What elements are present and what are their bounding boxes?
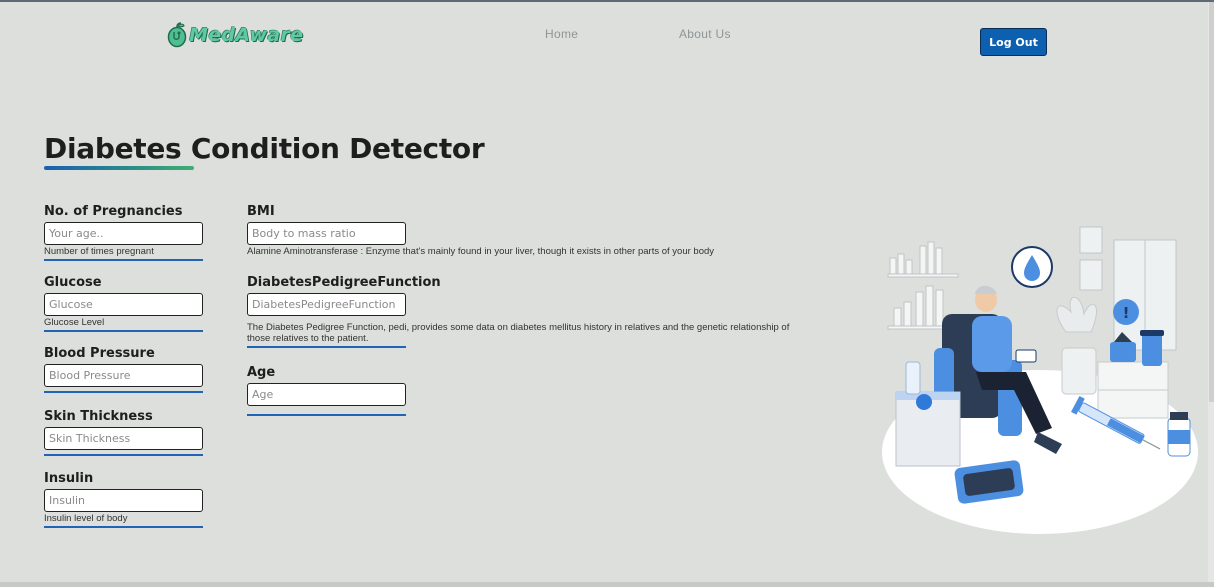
logout-button[interactable]: Log Out bbox=[980, 28, 1047, 56]
field-age: Age bbox=[247, 365, 406, 416]
age-label: Age bbox=[247, 365, 276, 380]
field-divider bbox=[44, 391, 203, 393]
field-insulin: Insulin Insulin level of body bbox=[44, 471, 203, 528]
svg-text:!: ! bbox=[1123, 304, 1130, 322]
logo-text: MedAware bbox=[189, 24, 304, 46]
insulin-label: Insulin bbox=[44, 471, 94, 486]
pedigree-label: DiabetesPedigreeFunction bbox=[247, 275, 441, 290]
title-underline bbox=[44, 166, 194, 170]
apple-stethoscope-icon bbox=[167, 22, 187, 48]
pregnancies-label: No. of Pregnancies bbox=[44, 204, 183, 219]
patient-illustration: ! bbox=[882, 226, 1198, 534]
field-divider bbox=[247, 346, 406, 348]
field-divider bbox=[44, 330, 203, 332]
insulin-help: Insulin level of body bbox=[44, 513, 128, 524]
glucose-label: Glucose bbox=[44, 275, 102, 290]
age-input[interactable] bbox=[247, 383, 406, 406]
bmi-label: BMI bbox=[247, 204, 275, 219]
nav-home-link[interactable]: Home bbox=[545, 27, 578, 41]
field-divider bbox=[247, 414, 406, 416]
field-skin-thickness: Skin Thickness bbox=[44, 409, 203, 456]
blood-pressure-input[interactable] bbox=[44, 364, 203, 387]
field-glucose: Glucose Glucose Level bbox=[44, 275, 203, 332]
field-divider bbox=[44, 526, 203, 528]
glucose-input[interactable] bbox=[44, 293, 203, 316]
pregnancies-input[interactable] bbox=[44, 222, 203, 245]
bmi-help: Alamine Aminotransferase : Enzyme that's… bbox=[247, 246, 715, 257]
skin-thickness-input[interactable] bbox=[44, 427, 203, 450]
field-divider bbox=[44, 259, 203, 261]
glucose-help: Glucose Level bbox=[44, 317, 105, 328]
skin-thickness-label: Skin Thickness bbox=[44, 409, 153, 424]
pedigree-help: The Diabetes Pedigree Function, pedi, pr… bbox=[247, 322, 790, 344]
field-blood-pressure: Blood Pressure bbox=[44, 346, 203, 393]
horizontal-scrollbar[interactable] bbox=[0, 582, 1214, 587]
blood-pressure-label: Blood Pressure bbox=[44, 346, 155, 361]
field-pregnancies: No. of Pregnancies Number of times pregn… bbox=[44, 204, 203, 261]
pregnancies-help: Number of times pregnant bbox=[44, 246, 154, 257]
logo[interactable]: MedAware bbox=[167, 22, 303, 48]
field-bmi: BMI Alamine Aminotransferase : Enzyme th… bbox=[247, 204, 847, 257]
field-pedigree: DiabetesPedigreeFunction The Diabetes Pe… bbox=[247, 275, 807, 348]
nav-about-link[interactable]: About Us bbox=[679, 27, 731, 41]
vertical-scrollbar[interactable] bbox=[1208, 2, 1214, 587]
scrollbar-thumb[interactable] bbox=[1209, 2, 1214, 402]
pedigree-input[interactable] bbox=[247, 293, 406, 316]
insulin-input[interactable] bbox=[44, 489, 203, 512]
field-divider bbox=[44, 454, 203, 456]
bmi-input[interactable] bbox=[247, 222, 406, 245]
page-title: Diabetes Condition Detector bbox=[44, 132, 485, 165]
